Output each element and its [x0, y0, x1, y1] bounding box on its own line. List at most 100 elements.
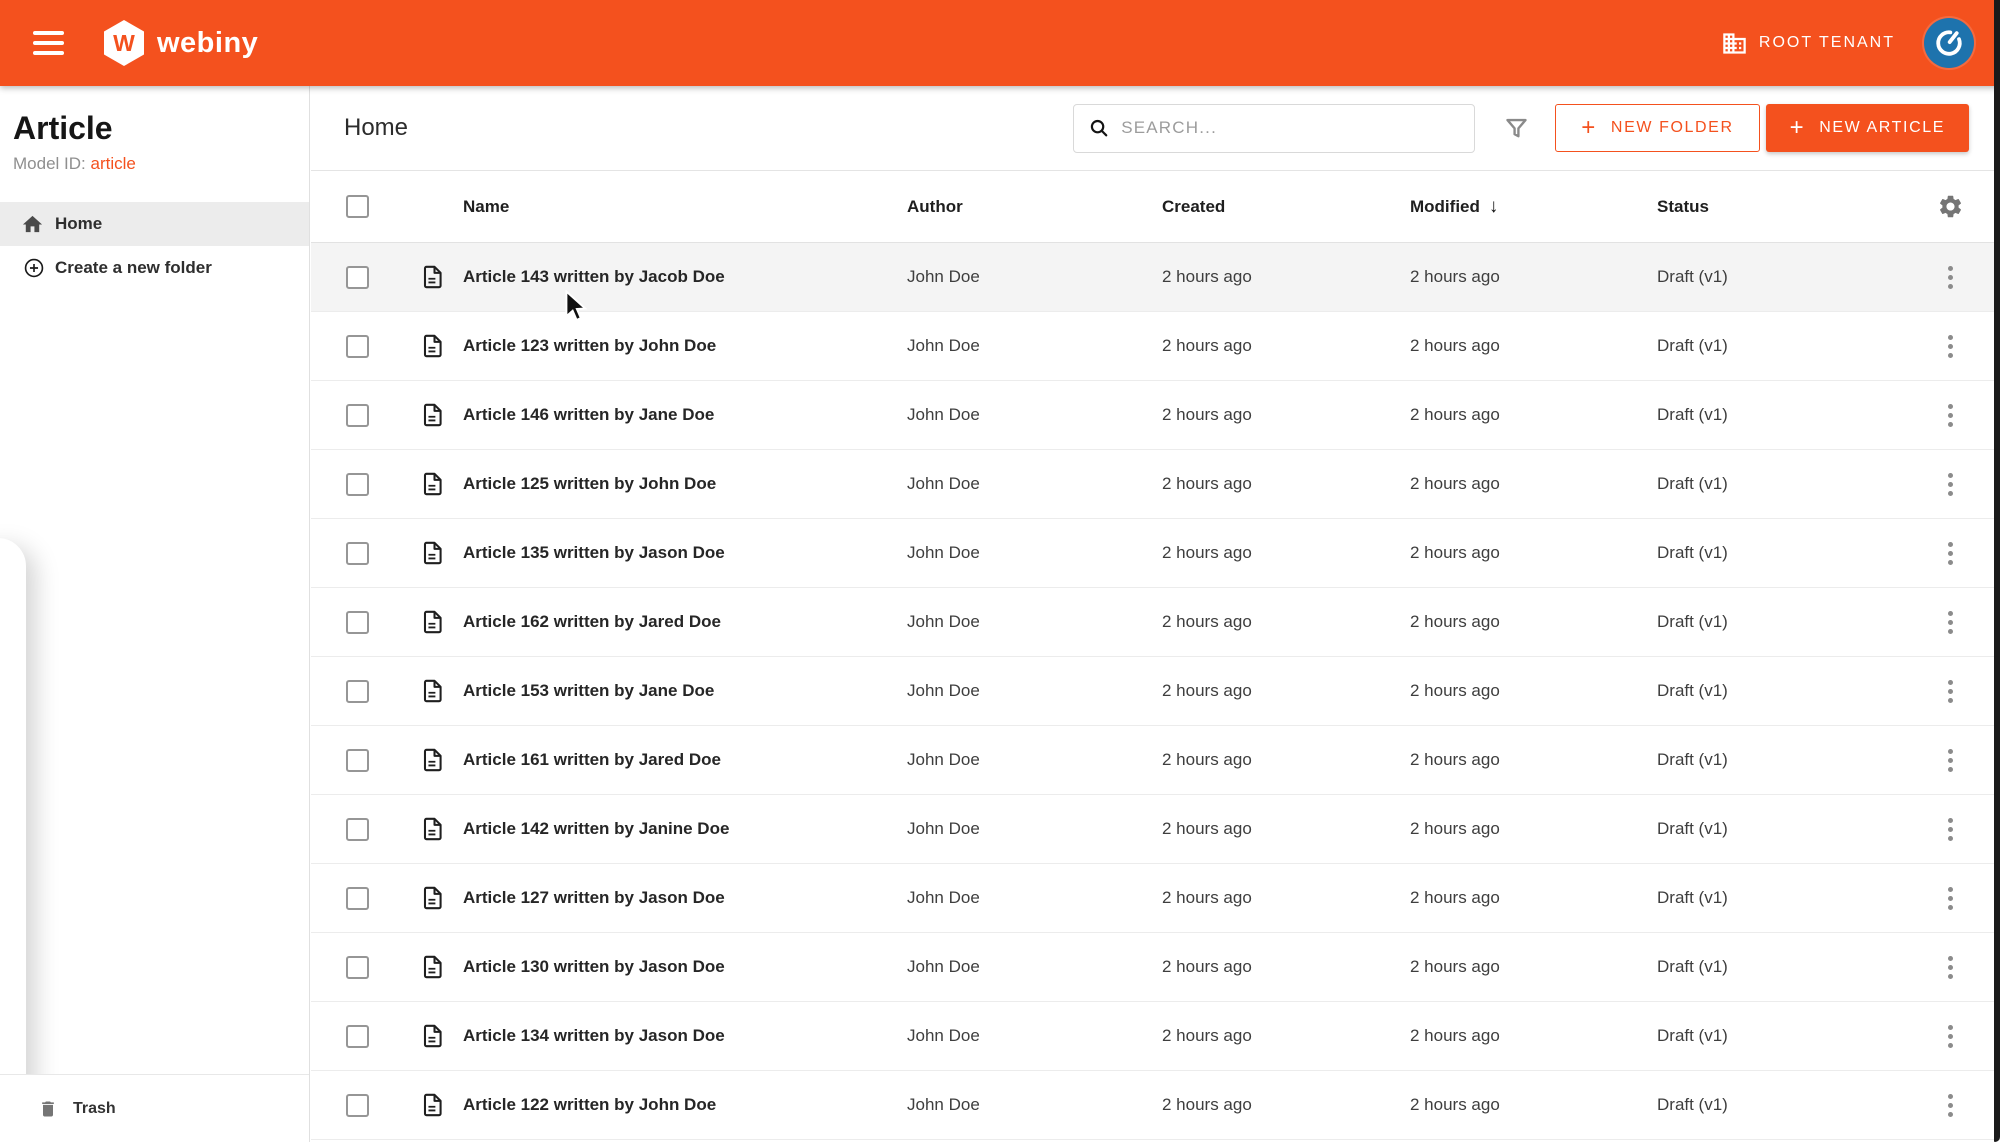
- entry-title[interactable]: Article 162 written by Jared Doe: [463, 612, 907, 632]
- plus-icon: +: [1581, 114, 1597, 141]
- entry-modified: 2 hours ago: [1410, 405, 1500, 424]
- entry-status: Draft (v1): [1657, 957, 1728, 976]
- entry-author: John Doe: [907, 888, 980, 907]
- table-row[interactable]: Article 127 written by Jason Doe John Do…: [311, 864, 2000, 933]
- row-menu-kebab-icon[interactable]: [1942, 605, 1959, 640]
- table-row[interactable]: Article 162 written by Jared Doe John Do…: [311, 588, 2000, 657]
- document-icon: [418, 885, 463, 911]
- entry-status: Draft (v1): [1657, 405, 1728, 424]
- table-row[interactable]: Article 146 written by Jane Doe John Doe…: [311, 381, 2000, 450]
- entry-status: Draft (v1): [1657, 336, 1728, 355]
- entry-status: Draft (v1): [1657, 612, 1728, 631]
- row-checkbox[interactable]: [346, 541, 369, 565]
- column-settings-gear-icon[interactable]: [1937, 193, 1964, 220]
- entry-title[interactable]: Article 122 written by John Doe: [463, 1095, 907, 1115]
- select-all-checkbox[interactable]: [346, 195, 369, 218]
- new-folder-button[interactable]: + NEW FOLDER: [1555, 104, 1760, 152]
- entry-status: Draft (v1): [1657, 1095, 1728, 1114]
- row-menu-kebab-icon[interactable]: [1942, 812, 1959, 847]
- row-menu-kebab-icon[interactable]: [1942, 536, 1959, 571]
- row-menu-kebab-icon[interactable]: [1942, 1019, 1959, 1054]
- entry-title[interactable]: Article 161 written by Jared Doe: [463, 750, 907, 770]
- new-folder-label: NEW FOLDER: [1610, 119, 1734, 136]
- column-header-created[interactable]: Created: [1162, 197, 1410, 217]
- entry-status: Draft (v1): [1657, 267, 1728, 286]
- table-row[interactable]: Article 125 written by John Doe John Doe…: [311, 450, 2000, 519]
- row-checkbox[interactable]: [346, 886, 369, 910]
- row-menu-kebab-icon[interactable]: [1942, 743, 1959, 778]
- entry-created: 2 hours ago: [1162, 957, 1252, 976]
- table-row[interactable]: Article 143 written by Jacob Doe John Do…: [311, 243, 2000, 312]
- new-article-button[interactable]: + NEW ARTICLE: [1765, 104, 1969, 152]
- sidebar: Article Model ID: article Home Create a …: [0, 86, 310, 1142]
- entry-author: John Doe: [907, 819, 980, 838]
- sidebar-item-home[interactable]: Home: [0, 202, 309, 246]
- entry-status: Draft (v1): [1657, 750, 1728, 769]
- table-header: Name Author Created Modified ↓ Status: [311, 171, 2000, 243]
- row-menu-kebab-icon[interactable]: [1942, 674, 1959, 709]
- entry-title[interactable]: Article 153 written by Jane Doe: [463, 681, 907, 701]
- row-checkbox[interactable]: [346, 403, 369, 427]
- entry-title[interactable]: Article 130 written by Jason Doe: [463, 957, 907, 977]
- entry-status: Draft (v1): [1657, 819, 1728, 838]
- filter-icon[interactable]: [1501, 115, 1531, 142]
- row-checkbox[interactable]: [346, 265, 369, 289]
- entry-title[interactable]: Article 146 written by Jane Doe: [463, 405, 907, 425]
- row-menu-kebab-icon[interactable]: [1942, 881, 1959, 916]
- entry-title[interactable]: Article 134 written by Jason Doe: [463, 1026, 907, 1046]
- webiny-logo: W webiny: [104, 20, 258, 66]
- model-id: Model ID: article: [13, 154, 295, 174]
- row-checkbox[interactable]: [346, 1093, 369, 1117]
- entry-modified: 2 hours ago: [1410, 267, 1500, 286]
- document-icon: [418, 678, 463, 704]
- model-title: Article: [13, 110, 113, 146]
- entry-title[interactable]: Article 135 written by Jason Doe: [463, 543, 907, 563]
- trash-item[interactable]: Trash: [0, 1074, 309, 1142]
- entry-title[interactable]: Article 127 written by Jason Doe: [463, 888, 907, 908]
- folder-tree: Home Create a new folder: [0, 202, 309, 290]
- column-header-status[interactable]: Status: [1657, 197, 1912, 217]
- table-row[interactable]: Article 153 written by Jane Doe John Doe…: [311, 657, 2000, 726]
- entry-title[interactable]: Article 143 written by Jacob Doe: [463, 267, 907, 287]
- table-row[interactable]: Article 161 written by Jared Doe John Do…: [311, 726, 2000, 795]
- column-header-author[interactable]: Author: [907, 197, 1162, 217]
- row-menu-kebab-icon[interactable]: [1942, 260, 1959, 295]
- entry-author: John Doe: [907, 750, 980, 769]
- row-menu-kebab-icon[interactable]: [1942, 329, 1959, 364]
- table-row[interactable]: Article 122 written by John Doe John Doe…: [311, 1071, 2000, 1140]
- row-checkbox[interactable]: [346, 817, 369, 841]
- row-menu-kebab-icon[interactable]: [1942, 1088, 1959, 1123]
- entry-title[interactable]: Article 142 written by Janine Doe: [463, 819, 907, 839]
- tenant-selector[interactable]: ROOT TENANT: [1721, 30, 1895, 57]
- entry-modified: 2 hours ago: [1410, 819, 1500, 838]
- row-menu-kebab-icon[interactable]: [1942, 398, 1959, 433]
- row-menu-kebab-icon[interactable]: [1942, 467, 1959, 502]
- column-header-modified[interactable]: Modified ↓: [1410, 196, 1657, 218]
- menu-icon[interactable]: [33, 31, 64, 55]
- document-icon: [418, 402, 463, 428]
- column-header-name[interactable]: Name: [463, 197, 907, 217]
- row-checkbox[interactable]: [346, 679, 369, 703]
- table-row[interactable]: Article 130 written by Jason Doe John Do…: [311, 933, 2000, 1002]
- row-checkbox[interactable]: [346, 748, 369, 772]
- row-menu-kebab-icon[interactable]: [1942, 950, 1959, 985]
- row-checkbox[interactable]: [346, 955, 369, 979]
- user-avatar[interactable]: [1924, 18, 1974, 68]
- table-row[interactable]: Article 142 written by Janine Doe John D…: [311, 795, 2000, 864]
- row-checkbox[interactable]: [346, 610, 369, 634]
- entry-modified: 2 hours ago: [1410, 888, 1500, 907]
- row-checkbox[interactable]: [346, 472, 369, 496]
- sort-desc-icon: ↓: [1488, 195, 1499, 217]
- model-id-value[interactable]: article: [90, 154, 135, 173]
- entry-title[interactable]: Article 123 written by John Doe: [463, 336, 907, 356]
- table-row[interactable]: Article 135 written by Jason Doe John Do…: [311, 519, 2000, 588]
- entry-title[interactable]: Article 125 written by John Doe: [463, 474, 907, 494]
- table-row[interactable]: Article 123 written by John Doe John Doe…: [311, 312, 2000, 381]
- create-folder-item[interactable]: Create a new folder: [0, 246, 309, 290]
- search-box[interactable]: [1073, 103, 1476, 153]
- table-row[interactable]: Article 134 written by Jason Doe John Do…: [311, 1002, 2000, 1071]
- row-checkbox[interactable]: [346, 1024, 369, 1048]
- search-input[interactable]: [1121, 118, 1463, 138]
- row-checkbox[interactable]: [346, 334, 369, 358]
- scrollbar[interactable]: [1994, 0, 2000, 1142]
